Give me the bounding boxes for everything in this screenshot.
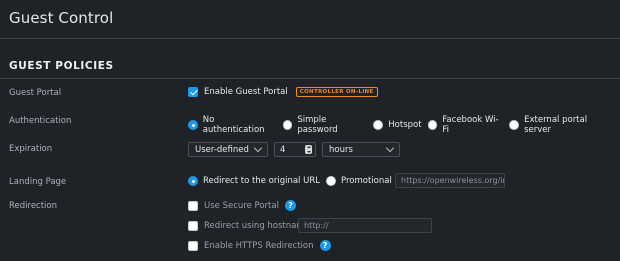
auth-option-label: Hotspot: [388, 120, 422, 130]
radio-icon[interactable]: [325, 176, 336, 186]
redirection-label: Redirection: [9, 201, 58, 211]
enable-https-redirection-checkbox[interactable]: [188, 240, 198, 251]
landing-page-options: Redirect to the original URL Promotional…: [188, 176, 417, 186]
auth-option-label: No authentication: [202, 115, 265, 135]
guest-portal-row: Enable Guest Portal CONTROLLER ON-LINE: [188, 87, 378, 97]
auth-option-hotspot[interactable]: Hotspot: [373, 120, 422, 130]
auth-option-label: Simple password: [297, 115, 338, 135]
auth-option-none[interactable]: No authentication: [188, 115, 277, 135]
section-title: GUEST POLICIES: [9, 60, 114, 72]
enable-guest-portal-label: Enable Guest Portal: [204, 87, 288, 97]
expiration-value: 4: [280, 145, 286, 155]
promotional-url-input[interactable]: https://openwireless.org/im: [395, 173, 505, 188]
guest-portal-label: Guest Portal: [9, 88, 62, 98]
help-icon[interactable]: ?: [284, 200, 296, 211]
https-row: Enable HTTPS Redirection ?: [188, 240, 331, 251]
landing-page-label: Landing Page: [9, 177, 67, 187]
radio-icon[interactable]: [509, 120, 520, 130]
section-divider: [0, 78, 620, 79]
expiration-unit-select[interactable]: hours: [322, 142, 400, 157]
help-icon[interactable]: ?: [319, 240, 331, 251]
radio-icon[interactable]: [188, 120, 198, 130]
landing-option-original-url[interactable]: Redirect to the original URL: [188, 176, 320, 186]
enable-guest-portal-checkbox[interactable]: [188, 87, 198, 97]
use-secure-portal-checkbox[interactable]: [188, 200, 198, 211]
auth-option-label: External portal server: [524, 115, 588, 135]
use-secure-portal-label: Use Secure Portal: [204, 200, 279, 211]
redirect-hostname-label: Redirect using hostname: [204, 221, 310, 231]
controller-status-badge: CONTROLLER ON-LINE: [295, 87, 378, 97]
chevron-down-icon: [253, 143, 263, 153]
auth-option-external-portal[interactable]: External portal server: [509, 115, 614, 135]
expiration-unit-value: hours: [329, 144, 353, 155]
expiration-label: Expiration: [9, 144, 53, 154]
title-divider: [0, 38, 620, 39]
expiration-mode-select[interactable]: User-defined: [188, 142, 268, 157]
stepper-arrows-icon[interactable]: [305, 145, 312, 154]
enable-https-redirection-label: Enable HTTPS Redirection: [204, 240, 314, 251]
secure-portal-row: Use Secure Portal ?: [188, 200, 296, 211]
authentication-label: Authentication: [9, 116, 72, 126]
auth-option-label: Facebook Wi-Fi: [442, 115, 499, 135]
landing-option-label: Redirect to the original URL: [203, 176, 320, 186]
radio-icon[interactable]: [188, 176, 198, 186]
page-title: Guest Control: [9, 9, 114, 27]
redirect-hostname-checkbox[interactable]: [188, 221, 198, 231]
radio-icon[interactable]: [373, 120, 384, 130]
auth-option-facebook-wifi[interactable]: Facebook Wi-Fi: [427, 115, 504, 135]
radio-icon[interactable]: [427, 120, 438, 130]
authentication-options: No authentication Simple password Hotspo…: [188, 115, 620, 135]
auth-option-simple-password[interactable]: Simple password: [282, 115, 368, 135]
expiration-value-stepper[interactable]: 4: [274, 142, 316, 157]
hostname-input[interactable]: http://: [298, 218, 432, 233]
radio-icon[interactable]: [282, 120, 293, 130]
hostname-row: Redirect using hostname: [188, 221, 310, 231]
chevron-down-icon: [385, 143, 395, 153]
expiration-mode-value: User-defined: [195, 144, 249, 155]
